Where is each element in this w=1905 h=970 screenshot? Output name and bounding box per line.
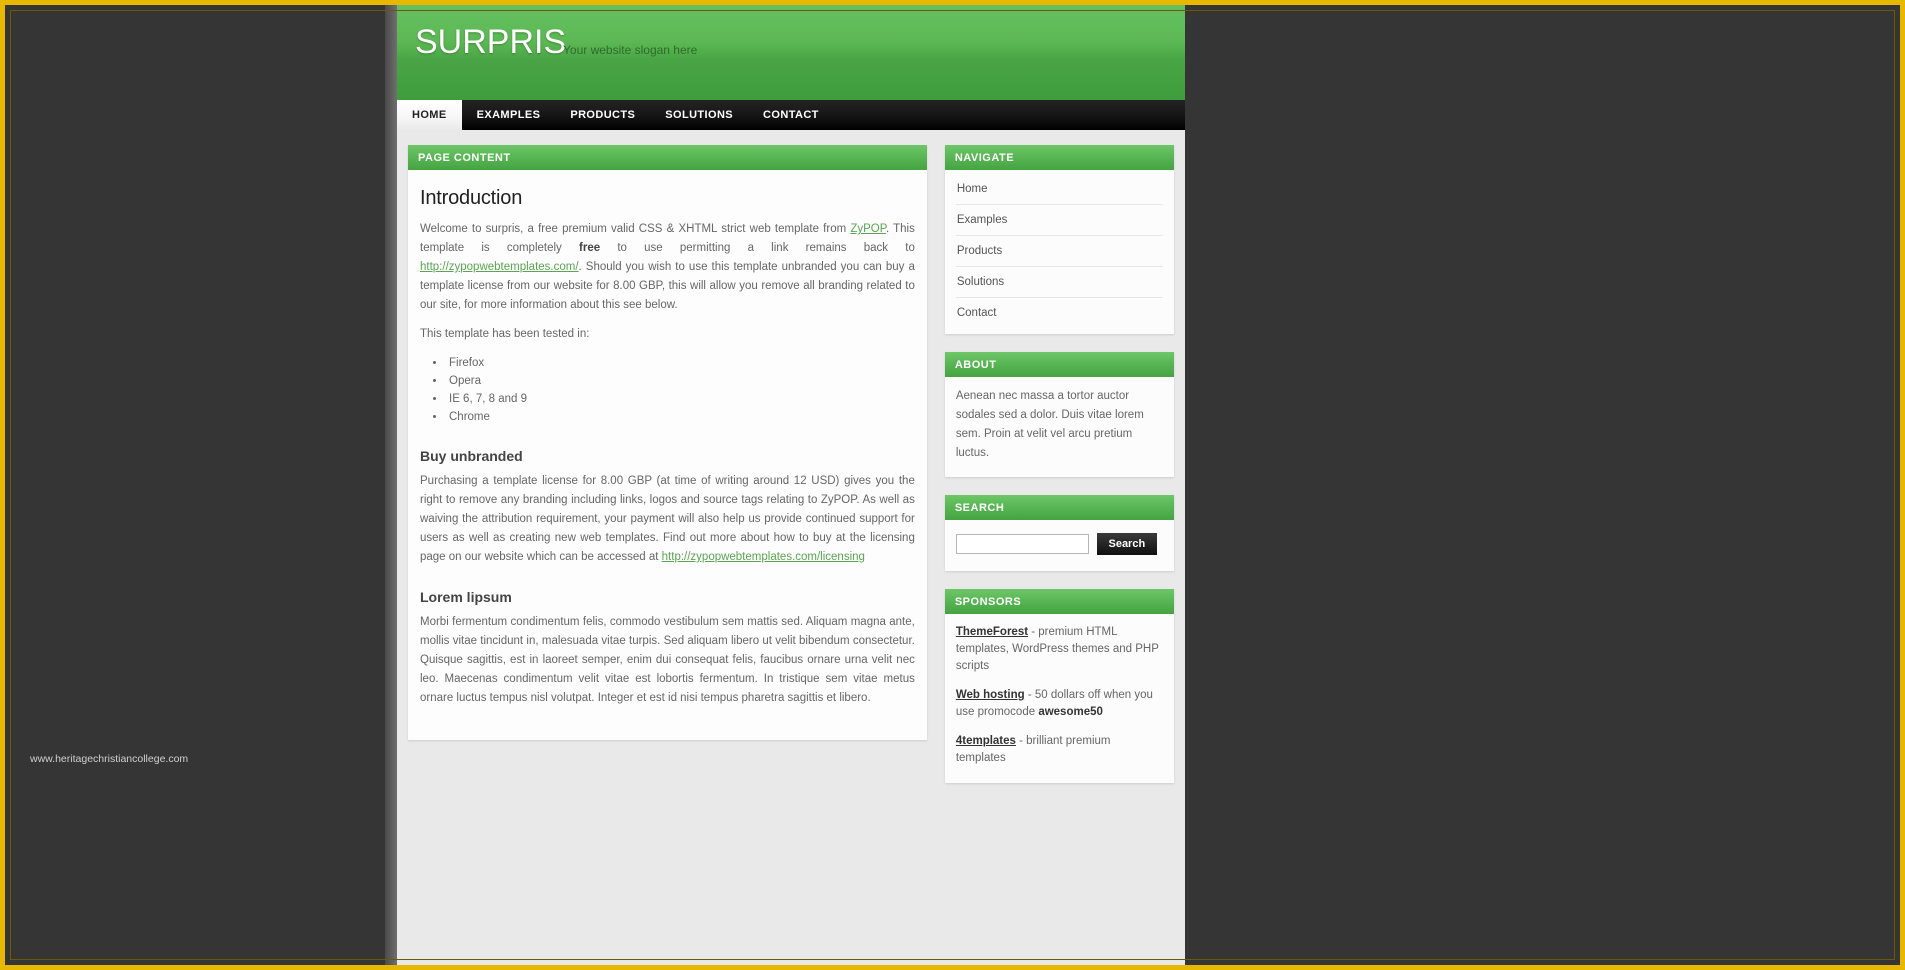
nav-item-solutions[interactable]: SOLUTIONS: [650, 100, 748, 130]
buy-unbranded-paragraph: Purchasing a template license for 8.00 G…: [420, 472, 915, 567]
browser-list: Firefox Opera IE 6, 7, 8 and 9 Chrome: [446, 354, 915, 426]
buy-unbranded-heading: Buy unbranded: [420, 448, 523, 464]
about-text: Aenean nec massa a tortor auctor sodales…: [955, 390, 1144, 459]
zypop-link[interactable]: ZyPOP: [850, 223, 886, 235]
about-panel: ABOUT Aenean nec massa a tortor auctor s…: [944, 352, 1174, 477]
page-title: Introduction: [420, 187, 523, 209]
page-content-title: PAGE CONTENT: [408, 145, 927, 170]
about-panel-body: Aenean nec massa a tortor auctor sodales…: [945, 377, 1174, 477]
about-panel-title: ABOUT: [944, 352, 1174, 377]
sidebar-item-products[interactable]: Products: [955, 236, 1163, 267]
lorem-lipsum-heading: Lorem lipsum: [420, 589, 512, 605]
nav-item-home[interactable]: HOME: [397, 100, 462, 130]
search-panel-title: SEARCH: [944, 495, 1174, 520]
web-hosting-link[interactable]: Web hosting: [956, 689, 1025, 701]
sponsor-item: Web hosting - 50 dollars off when you us…: [956, 687, 1163, 721]
search-panel: SEARCH Search: [944, 495, 1174, 571]
lorem-lipsum-paragraph: Morbi fermentum condimentum felis, commo…: [420, 616, 915, 704]
page-content-panel: PAGE CONTENT Introduction Welcome to sur…: [408, 145, 927, 740]
sidebar-item-examples[interactable]: Examples: [955, 205, 1163, 236]
list-item: Firefox: [446, 354, 915, 372]
nav-item-products[interactable]: PRODUCTS: [555, 100, 650, 130]
list-item: Opera: [446, 372, 915, 390]
list-item: IE 6, 7, 8 and 9: [446, 390, 915, 408]
tested-in-text: This template has been tested in:: [420, 328, 590, 340]
nav-item-examples[interactable]: EXAMPLES: [462, 100, 556, 130]
intro-text-1: Welcome to surpris, a free premium valid…: [420, 223, 851, 235]
sponsors-panel: SPONSORS ThemeForest - premium HTML temp…: [944, 589, 1174, 783]
site-header: SURPRIS Your website slogan here: [397, 0, 1185, 100]
list-item: Chrome: [446, 408, 915, 426]
licensing-link[interactable]: http://zypopwebtemplates.com/licensing: [662, 551, 865, 563]
sponsor-promocode: awesome50: [1038, 706, 1103, 718]
search-panel-body: Search: [945, 520, 1174, 571]
4templates-link[interactable]: 4templates: [956, 735, 1016, 747]
sponsor-item: ThemeForest - premium HTML templates, Wo…: [956, 624, 1163, 675]
sidebar: NAVIGATE Home Examples Products Solution…: [944, 145, 1174, 783]
watermark: www.heritagechristiancollege.com: [30, 753, 189, 765]
navigate-panel-title: NAVIGATE: [944, 145, 1174, 170]
themeforest-link[interactable]: ThemeForest: [956, 626, 1028, 638]
zypop-url-link[interactable]: http://zypopwebtemplates.com/: [420, 261, 579, 273]
navigate-list: Home Examples Products Solutions Contact: [945, 170, 1174, 334]
sidebar-item-home[interactable]: Home: [955, 174, 1163, 205]
browser-page: SURPRIS Your website slogan here HOME EX…: [385, 0, 1185, 970]
sponsors-panel-body: ThemeForest - premium HTML templates, Wo…: [945, 614, 1174, 783]
page-content-body: Introduction Welcome to surpris, a free …: [408, 170, 927, 740]
sponsors-panel-title: SPONSORS: [944, 589, 1174, 614]
page-left-gutter: [385, 0, 397, 970]
site-logo[interactable]: SURPRIS: [415, 23, 566, 62]
search-button[interactable]: Search: [1096, 533, 1157, 555]
content-region: PAGE CONTENT Introduction Welcome to sur…: [397, 130, 1185, 783]
sidebar-item-contact[interactable]: Contact: [956, 298, 1163, 328]
intro-bold-free: free: [579, 242, 601, 254]
sponsor-item: 4templates - brilliant premium templates: [956, 733, 1163, 767]
intro-paragraph: Welcome to surpris, a free premium valid…: [420, 220, 915, 315]
site-slogan: Your website slogan here: [563, 43, 698, 57]
buy-text: Purchasing a template license for 8.00 G…: [420, 475, 915, 563]
navigate-panel: NAVIGATE Home Examples Products Solution…: [944, 145, 1174, 334]
search-input[interactable]: [955, 534, 1089, 554]
intro-text-3: to use permitting a link remains back to: [600, 242, 915, 254]
sidebar-item-solutions[interactable]: Solutions: [955, 267, 1163, 298]
page-inner: SURPRIS Your website slogan here HOME EX…: [397, 0, 1185, 970]
main-navigation: HOME EXAMPLES PRODUCTS SOLUTIONS CONTACT: [397, 100, 1185, 130]
nav-item-contact[interactable]: CONTACT: [748, 100, 834, 130]
nav-list: HOME EXAMPLES PRODUCTS SOLUTIONS CONTACT: [397, 100, 1185, 130]
